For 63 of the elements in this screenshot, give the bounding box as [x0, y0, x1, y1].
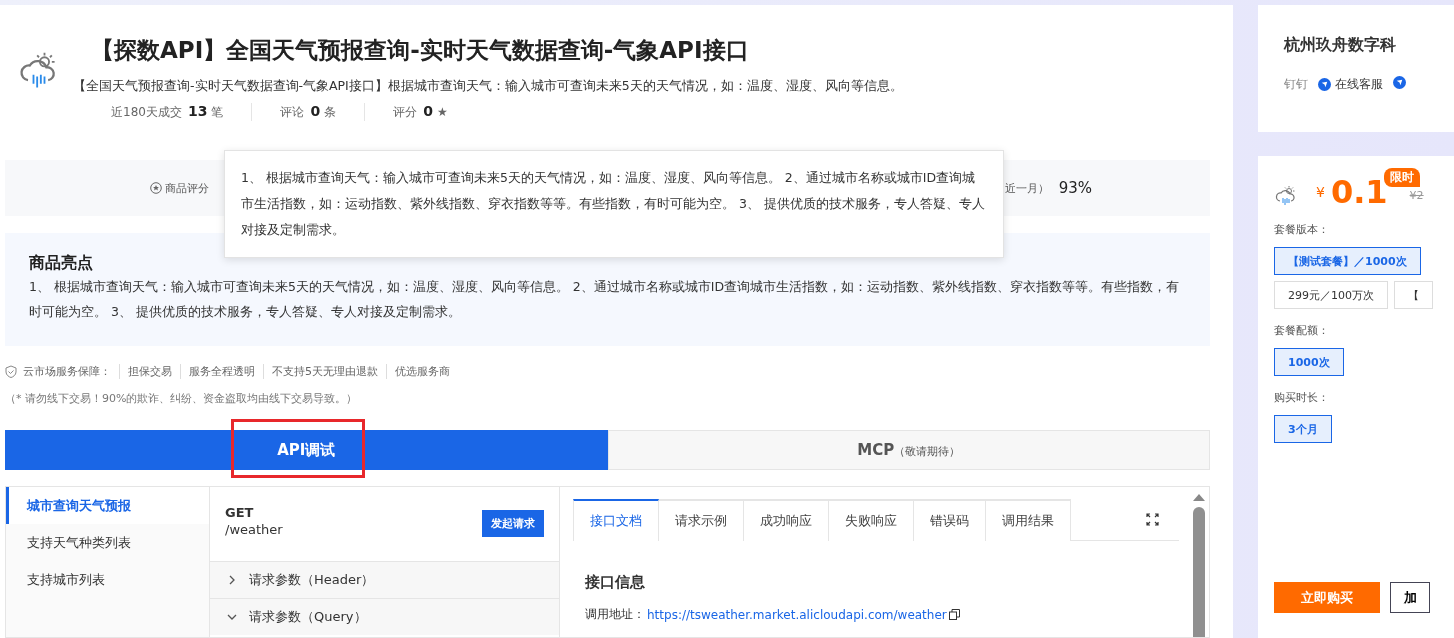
endpoint-item[interactable]: 支持城市列表: [6, 561, 209, 598]
plan-option[interactable]: 【: [1394, 281, 1433, 309]
contact-label: 钉钉: [1284, 76, 1308, 93]
doc-tab[interactable]: 接口文档: [573, 499, 659, 541]
guarantee-label: 云市场服务保障：: [23, 364, 111, 379]
chevron-right-icon: [227, 575, 237, 585]
stat-text: 近180天成交 13 笔: [111, 103, 225, 121]
seller-name: 杭州玖舟数字科: [1284, 35, 1397, 56]
url-label: 调用地址：: [585, 606, 645, 623]
stat-text: 评分 0 ★: [364, 103, 476, 121]
guarantee-item: 担保交易: [119, 364, 180, 379]
params-label: 请求参数（Header）: [249, 571, 375, 589]
plan-option[interactable]: 1000次: [1274, 348, 1344, 376]
product-description: 【全国天气预报查询-实时天气数据查询-气象API接口】根据城市查询天气：输入城市可查询未来5天的天气情况，如：温度、湿度、风向等信息。: [73, 78, 903, 95]
endpoint-item[interactable]: 城市查询天气预报: [6, 487, 209, 524]
promo-badge: 限时: [1384, 168, 1420, 187]
http-method: GET: [225, 505, 255, 520]
params-section[interactable]: 请求参数（Header）: [210, 561, 559, 598]
plan-option[interactable]: 【测试套餐】／1000次: [1274, 247, 1421, 275]
doc-tab[interactable]: 调用结果: [986, 499, 1071, 541]
doc-tab[interactable]: 失败响应: [829, 499, 914, 541]
original-price: ¥2: [1409, 189, 1424, 202]
service-icon: [1318, 78, 1331, 91]
shield-icon: [5, 365, 17, 378]
doc-tab[interactable]: 请求示例: [659, 499, 744, 541]
currency-sign: ¥: [1316, 184, 1325, 200]
main-tab[interactable]: API调试: [5, 430, 608, 470]
rating-label: 商品评分: [165, 180, 209, 196]
star-icon: [150, 182, 162, 194]
send-request-button[interactable]: 发起请求: [482, 510, 544, 537]
guarantee-item: 优选服务商: [386, 364, 458, 379]
option-group-label: 套餐版本：: [1274, 222, 1330, 237]
guarantee-item: 不支持5天无理由退款: [263, 364, 386, 379]
fullscreen-icon[interactable]: [1146, 513, 1159, 526]
option-group-label: 购买时长：: [1274, 390, 1330, 405]
product-title: 【探数API】全国天气预报查询-实时天气数据查询-气象API接口: [91, 36, 750, 65]
weather-icon: [1274, 184, 1298, 208]
highlights-title: 商品亮点: [29, 253, 94, 274]
rating-percent: 93%: [1058, 179, 1092, 197]
plan-option[interactable]: 3个月: [1274, 415, 1332, 443]
scroll-up-icon[interactable]: [1193, 493, 1205, 501]
option-group-label: 套餐配额：: [1274, 323, 1330, 338]
cart-button[interactable]: 加: [1390, 582, 1430, 613]
copy-icon[interactable]: [948, 609, 960, 620]
stat-text: 评论 0 条: [251, 103, 365, 121]
service-icon: [1393, 76, 1406, 89]
doc-heading: 接口信息: [585, 573, 646, 592]
contact-link[interactable]: 在线客服: [1335, 76, 1383, 93]
api-url-link[interactable]: https://tsweather.market.alicloudapi.com/weather: [647, 607, 947, 622]
plan-option[interactable]: 299元／100万次: [1274, 281, 1388, 309]
chevron-down-icon: [227, 612, 237, 622]
main-tab[interactable]: MCP（敬请期待）: [607, 430, 1210, 470]
params-section[interactable]: 请求参数（Query）: [210, 598, 559, 635]
params-label: 请求参数（Query）: [249, 608, 367, 626]
warning-text: （* 请勿线下交易！90%的欺诈、纠纷、资金盗取均由线下交易导致。）: [5, 391, 359, 406]
doc-tab[interactable]: 错误码: [914, 499, 986, 541]
tooltip: 1、 根据城市查询天气：输入城市可查询未来5天的天气情况，如：温度、湿度、风向等信息。 2、通过城市名称或城市ID查询城市生活指数，如：运动指数、紫外线指数、穿衣指数等等。有些指数，有时可能为空。 3、 提供优质的技术服务，专人答疑、专人对接及定制需求。: [224, 150, 1004, 258]
highlights-text: 1、 根据城市查询天气：输入城市可查询未来5天的天气情况，如：温度、湿度、风向等信息。 2、通过城市名称或城市ID查询城市生活指数，如：运动指数、紫外线指数、穿衣指数等等。有些指数，有时可能为空。 3、 提供优质的技术服务，专人答疑、专人对接及定制需求。: [29, 278, 1181, 321]
guarantee-item: 服务全程透明: [180, 364, 263, 379]
rating-period: 近一月）: [1004, 180, 1049, 196]
doc-tab[interactable]: 成功响应: [744, 499, 829, 541]
endpoint-item[interactable]: 支持天气种类列表: [6, 524, 209, 561]
endpoint-path: /weather: [225, 522, 283, 537]
